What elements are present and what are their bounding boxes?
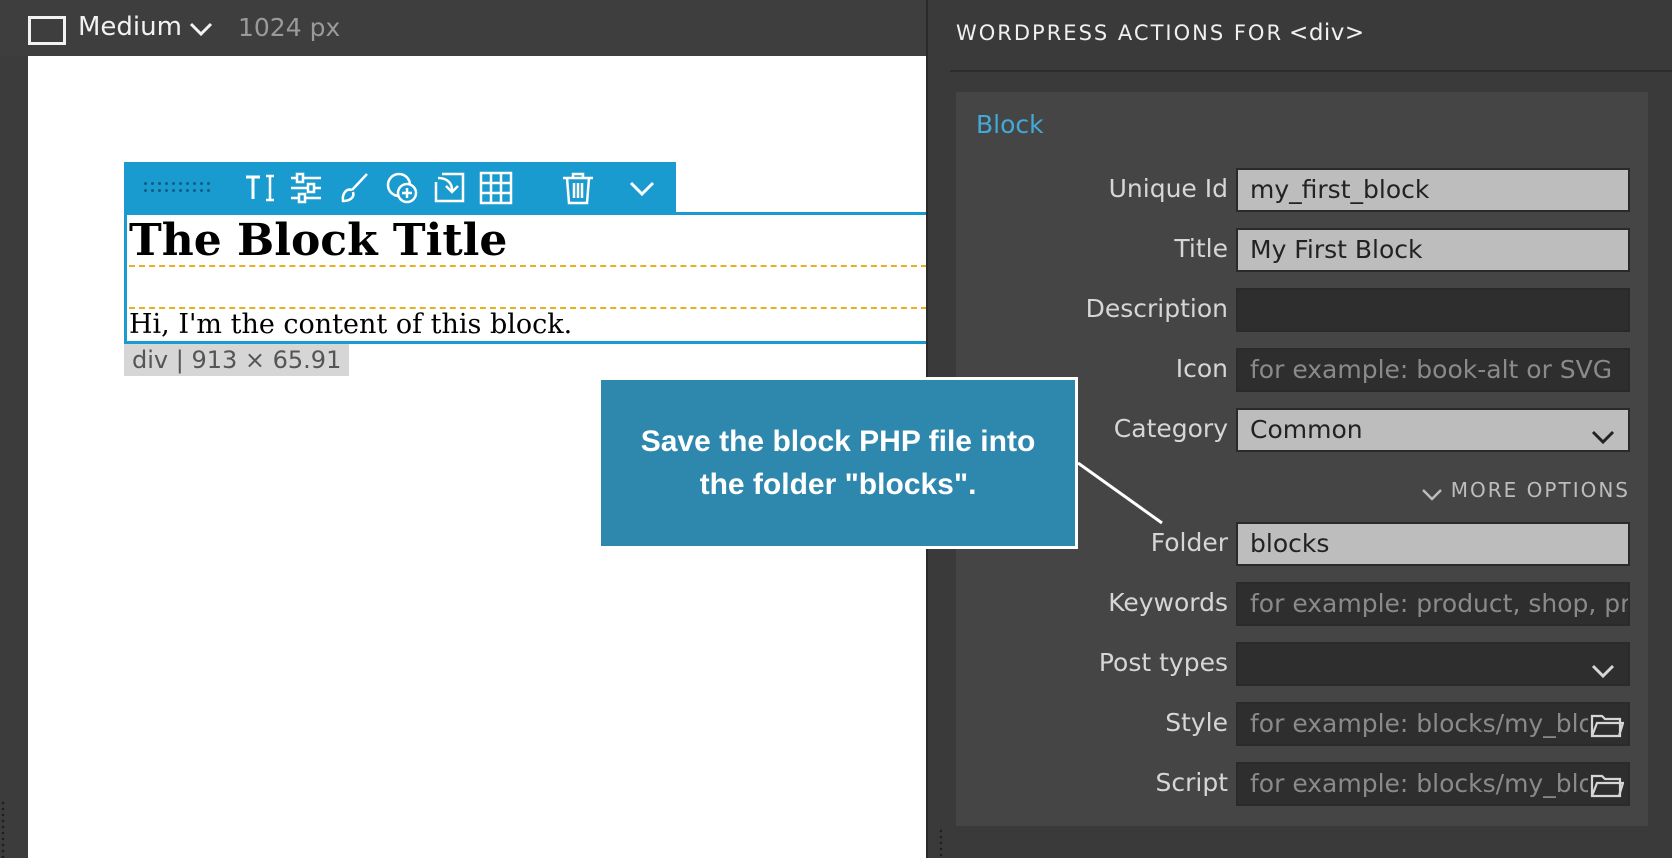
app-window: Medium 1024 px The Block Title Hi, I'm t… [0, 0, 1672, 858]
post-types-label: Post types [1098, 648, 1228, 677]
group-title[interactable]: Block [976, 110, 1044, 139]
post-types-select[interactable] [1236, 642, 1630, 686]
unique-id-input[interactable]: my_first_block [1236, 168, 1630, 212]
keywords-label: Keywords [1108, 588, 1228, 617]
folder-icon[interactable] [1588, 770, 1625, 800]
insert-icon[interactable] [432, 170, 468, 206]
category-value: Common [1250, 415, 1363, 444]
category-select[interactable]: Common [1236, 408, 1630, 452]
folder-label: Folder [1150, 528, 1228, 557]
block-toolbar [124, 162, 676, 212]
chevron-down-icon[interactable] [188, 18, 214, 40]
text-cursor-icon[interactable] [242, 170, 278, 206]
block-title[interactable]: The Block Title [129, 215, 507, 266]
category-label: Category [1113, 414, 1228, 443]
style-input[interactable]: for example: blocks/my_bloc [1236, 702, 1630, 746]
tutorial-callout: Save the block PHP file into the folder … [598, 377, 1078, 549]
panel-title-tag: <div> [1289, 20, 1365, 46]
device-frame-icon[interactable] [28, 16, 66, 45]
unique-id-label: Unique Id [1108, 174, 1228, 203]
chevron-down-icon [1590, 420, 1616, 445]
device-size-selector[interactable]: Medium [78, 12, 182, 42]
block-content[interactable]: Hi, I'm the content of this block. [129, 309, 572, 340]
more-options-toggle[interactable]: MORE OPTIONS [1421, 478, 1630, 502]
script-input[interactable]: for example: blocks/my_bloc [1236, 762, 1630, 806]
folder-input[interactable]: blocks [1236, 522, 1630, 566]
title-input[interactable]: My First Block [1236, 228, 1630, 272]
selected-block[interactable]: The Block Title Hi, I'm the content of t… [124, 212, 927, 344]
dimension-badge: div | 913 × 65.91 [124, 344, 350, 376]
grid-icon[interactable] [478, 170, 514, 206]
description-label: Description [1085, 294, 1228, 323]
trash-icon[interactable] [560, 170, 596, 206]
resize-grip[interactable] [938, 828, 944, 858]
guide-line [129, 265, 927, 267]
sliders-icon[interactable] [288, 170, 324, 206]
callout-text: Save the block PHP file into the folder … [640, 425, 1036, 501]
script-placeholder: for example: blocks/my_bloc [1250, 769, 1608, 798]
chevron-down-icon[interactable] [624, 170, 660, 206]
add-circle-icon[interactable] [384, 170, 420, 206]
resize-grip[interactable] [0, 800, 6, 858]
divider [950, 70, 1672, 72]
chevron-down-icon [1421, 484, 1443, 501]
icon-input[interactable]: for example: book-alt or SVG [1236, 348, 1630, 392]
more-options-label: MORE OPTIONS [1450, 478, 1630, 502]
chevron-down-icon [1590, 654, 1616, 679]
panel-title-text: WORDPRESS ACTIONS FOR [956, 21, 1284, 45]
keywords-input[interactable]: for example: product, shop, pro [1236, 582, 1630, 626]
drag-handle[interactable] [142, 180, 212, 194]
description-input[interactable] [1236, 288, 1630, 332]
panel-title: WORDPRESS ACTIONS FOR <div> [956, 20, 1365, 46]
script-label: Script [1155, 768, 1228, 797]
folder-icon[interactable] [1588, 710, 1625, 740]
paint-brush-icon[interactable] [336, 170, 372, 206]
style-label: Style [1165, 708, 1228, 737]
icon-label: Icon [1175, 354, 1228, 383]
style-placeholder: for example: blocks/my_bloc [1250, 709, 1608, 738]
canvas-width-label: 1024 px [238, 13, 341, 42]
title-label: Title [1174, 234, 1228, 263]
canvas-topbar: Medium 1024 px [0, 0, 926, 56]
